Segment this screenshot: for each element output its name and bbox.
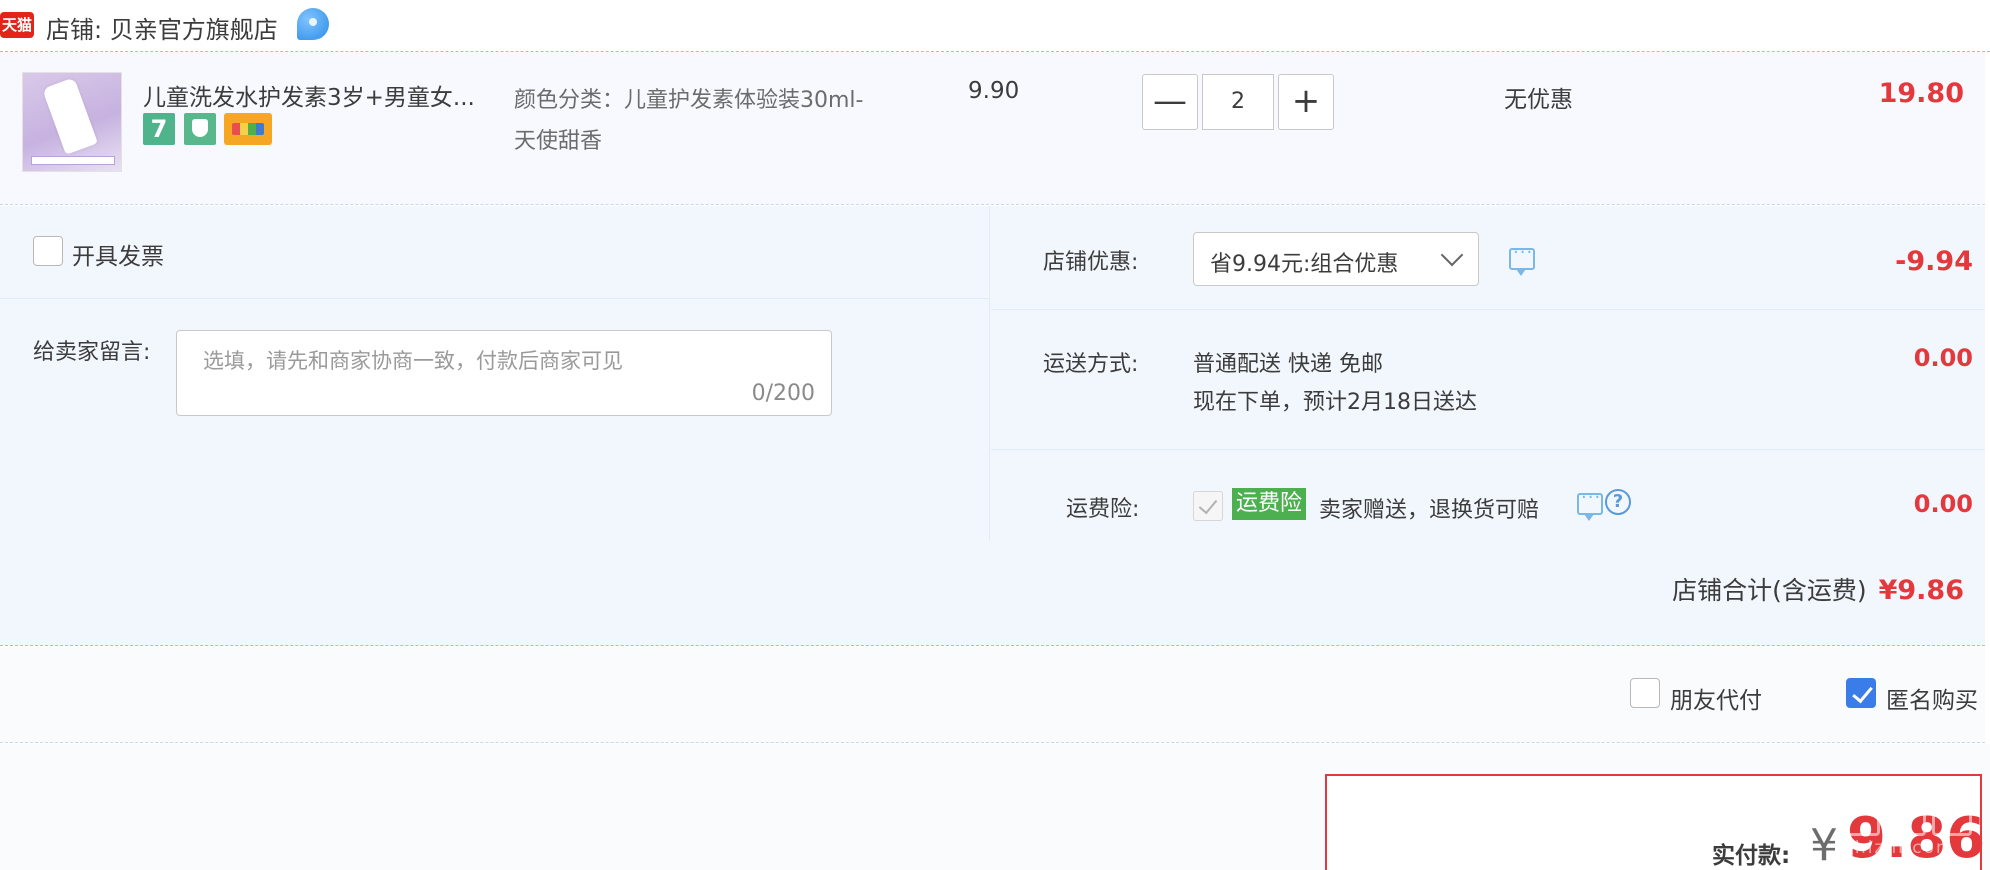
product-sku: 颜色分类：儿童护发素体验装30ml-天使甜香 bbox=[514, 88, 864, 154]
insurance-checkbox bbox=[1193, 491, 1223, 521]
shipping-method: 普通配送 快递 免邮 bbox=[1193, 352, 1383, 377]
seller-message-label: 给卖家留言: bbox=[33, 340, 151, 365]
insurance-description: 卖家赠送，退换货可赔 bbox=[1319, 498, 1540, 523]
friend-pay-checkbox[interactable] bbox=[1630, 678, 1660, 708]
product-thumbnail[interactable] bbox=[22, 72, 122, 172]
insurance-chat-icon[interactable] bbox=[1577, 487, 1603, 521]
watermark-glyph bbox=[1886, 788, 1926, 836]
item-subtotal: 19.80 bbox=[1878, 78, 1964, 109]
wangwang-chat-icon[interactable] bbox=[297, 8, 329, 40]
coupon-chat-icon[interactable] bbox=[1509, 242, 1535, 276]
shop-total: 店铺合计(含运费) ¥9.86 bbox=[1672, 571, 1964, 607]
payment-currency: ¥ bbox=[1810, 820, 1838, 870]
shipping-label: 运送方式: bbox=[1043, 352, 1139, 377]
invoice-label[interactable]: 开具发票 bbox=[72, 237, 164, 271]
coupon-select[interactable]: 省9.94元:组合优惠 bbox=[1193, 232, 1479, 286]
watermark-text: zhizhi.com bbox=[1844, 838, 1955, 858]
friend-pay-label[interactable]: 朋友代付 bbox=[1670, 681, 1762, 715]
anonymous-purchase-checkbox[interactable] bbox=[1846, 678, 1876, 708]
anonymous-purchase-label[interactable]: 匿名购买 bbox=[1886, 681, 1978, 715]
order-item-row: 儿童洗发水护发素3岁+男童女... 7 颜色分类：儿童护发素体验装30ml-天使… bbox=[0, 52, 1985, 205]
seven-day-return-icon[interactable]: 7 bbox=[143, 113, 175, 145]
shipping-amount: 0.00 bbox=[1913, 344, 1973, 372]
coupon-selected-value: 省9.94元:组合优惠 bbox=[1210, 252, 1399, 277]
watermark-glyph bbox=[1840, 788, 1880, 836]
shop-name[interactable]: 店铺: 贝亲官方旗舰店 bbox=[46, 10, 278, 45]
insurance-label: 运费险: bbox=[1066, 497, 1140, 522]
shipping-eta: 现在下单，预计2月18日送达 bbox=[1193, 390, 1477, 415]
order-options-left: 开具发票 给卖家留言: 选填，请先和商家协商一致，付款后商家可见 0/200 bbox=[0, 206, 990, 541]
chevron-down-icon bbox=[1440, 243, 1464, 267]
shipping-row: 运送方式: 普通配送 快递 免邮 现在下单，预计2月18日送达 0.00 bbox=[991, 310, 1985, 450]
quantity-input[interactable]: 2 bbox=[1202, 74, 1274, 130]
coupon-label: 店铺优惠: bbox=[1043, 250, 1139, 275]
order-options-panel: 开具发票 给卖家留言: 选填，请先和商家协商一致，付款后商家可见 0/200 店… bbox=[0, 206, 1985, 646]
increase-quantity-button[interactable]: + bbox=[1278, 74, 1334, 130]
coupon-row: 店铺优惠: 省9.94元:组合优惠 -9.94 bbox=[991, 206, 1985, 310]
item-discount: 无优惠 bbox=[1504, 87, 1573, 113]
shop-header: 天猫 店铺: 贝亲官方旗舰店 bbox=[0, 0, 1990, 52]
watermark-glyph bbox=[1932, 788, 1972, 836]
invoice-row: 开具发票 bbox=[0, 206, 990, 299]
seller-message-char-count: 0/200 bbox=[751, 381, 815, 406]
shop-total-value: ¥9.86 bbox=[1878, 575, 1964, 606]
product-caption-graphic bbox=[31, 156, 115, 165]
insurance-tag: 运费险 bbox=[1232, 488, 1307, 520]
order-options-right: 店铺优惠: 省9.94元:组合优惠 -9.94 运送方式: 普通配送 快递 免邮… bbox=[991, 206, 1985, 541]
insurance-row: 运费险: 运费险 卖家赠送，退换货可赔 ? 0.00 bbox=[991, 450, 1985, 541]
site-watermark: zhizhi.com bbox=[1840, 788, 1980, 858]
product-title[interactable]: 儿童洗发水护发素3岁+男童女... bbox=[143, 78, 493, 112]
seller-message-placeholder: 选填，请先和商家协商一致，付款后商家可见 bbox=[203, 349, 623, 373]
guarantee-icon[interactable] bbox=[184, 113, 216, 145]
credit-card-icon[interactable] bbox=[224, 113, 272, 145]
help-icon[interactable]: ? bbox=[1605, 489, 1631, 515]
decrease-quantity-button[interactable]: — bbox=[1142, 74, 1198, 130]
coupon-amount: -9.94 bbox=[1895, 246, 1973, 277]
seller-message-input[interactable]: 选填，请先和商家协商一致，付款后商家可见 0/200 bbox=[176, 330, 832, 416]
pay-options-row: 朋友代付 匿名购买 bbox=[0, 647, 1985, 743]
unit-price: 9.90 bbox=[968, 78, 1020, 104]
invoice-checkbox[interactable] bbox=[33, 236, 63, 266]
product-tube-graphic bbox=[42, 77, 98, 155]
payment-area: 实付款: ¥ 9.86 bbox=[0, 744, 1990, 870]
shop-total-label: 店铺合计(含运费) bbox=[1672, 576, 1867, 605]
insurance-amount: 0.00 bbox=[1913, 490, 1973, 518]
tmall-logo-icon: 天猫 bbox=[0, 12, 34, 38]
payment-label: 实付款: bbox=[1712, 843, 1791, 869]
